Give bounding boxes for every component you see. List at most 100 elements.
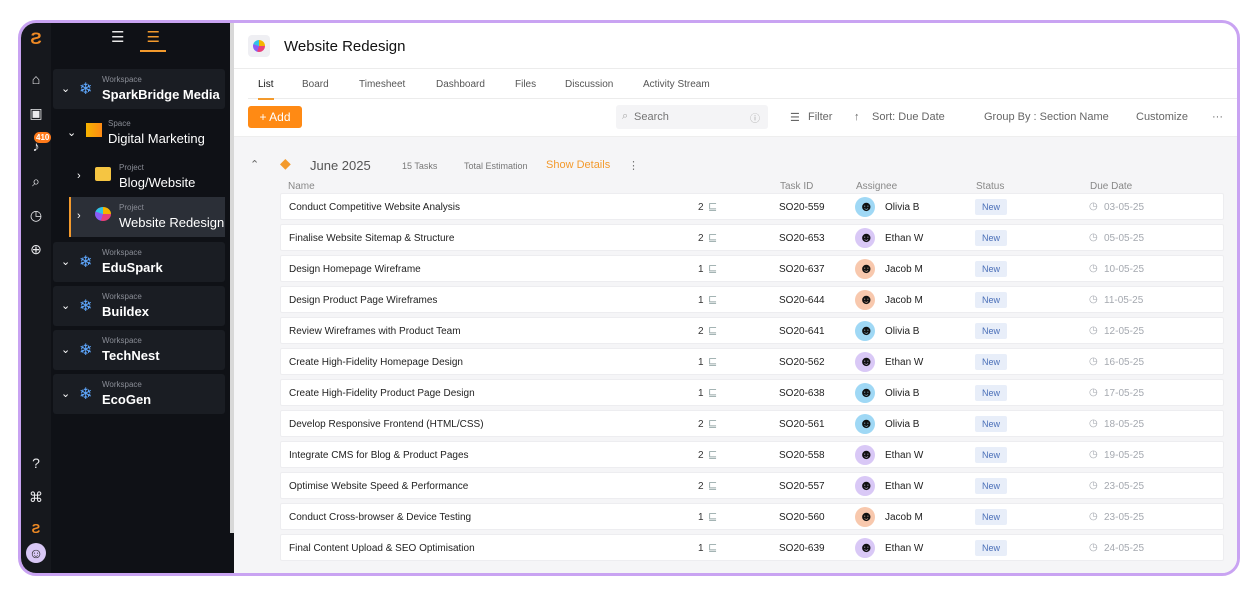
project-blog-website[interactable]: › Project Blog/Website [69,157,225,197]
command-icon[interactable]: ⌘ [26,487,46,507]
filter-button[interactable]: Filter [808,111,832,123]
add-circle-icon[interactable]: ⊕ [26,239,46,259]
subtask-icon[interactable]: ⊑ [708,231,717,244]
workspace-eduspark[interactable]: ⌄ ❄ Workspace EduSpark [53,242,225,282]
group-by-button[interactable]: Group By : Section Name [984,111,1109,123]
subtask-icon[interactable]: ⊑ [708,293,717,306]
due-date[interactable]: 03-05-25 [1104,202,1144,213]
subtask-icon[interactable]: ⊑ [708,510,717,523]
subtask-icon[interactable]: ⊑ [708,262,717,275]
task-name[interactable]: Design Homepage Wireframe [289,264,421,275]
chevron-down-icon[interactable]: ⌄ [61,387,70,400]
avatar[interactable]: ☻ [855,383,875,403]
avatar[interactable]: ☻ [855,352,875,372]
workspace-technest[interactable]: ⌄ ❄ Workspace TechNest [53,330,225,370]
tab-discussion[interactable]: Discussion [565,79,613,90]
due-date[interactable]: 05-05-25 [1104,233,1144,244]
show-details-link[interactable]: Show Details [546,159,610,171]
home-icon[interactable]: ⌂ [26,69,46,89]
table-row[interactable]: Conduct Competitive Website Analysis 2 ⊑ SO… [280,193,1224,220]
status-badge[interactable]: New [975,385,1007,401]
task-name[interactable]: Review Wireframes with Product Team [289,326,461,337]
search-input[interactable] [634,109,744,125]
avatar[interactable]: ☻ [855,538,875,558]
user-avatar-icon[interactable]: ☺ [26,543,46,563]
search-icon[interactable]: ⌕ [26,171,46,191]
task-name[interactable]: Conduct Cross-browser & Device Testing [289,512,471,523]
chevron-down-icon[interactable]: ⌄ [61,343,70,356]
table-row[interactable]: Develop Responsive Frontend (HTML/CSS) 2 ⊑… [280,410,1224,437]
sort-icon[interactable]: ↑ [854,111,860,123]
avatar[interactable]: ☻ [855,290,875,310]
chevron-down-icon[interactable]: ⌄ [61,255,70,268]
chevron-up-icon[interactable]: ⌃ [250,158,259,171]
due-date[interactable]: 18-05-25 [1104,419,1144,430]
status-badge[interactable]: New [975,416,1007,432]
due-date[interactable]: 23-05-25 [1104,512,1144,523]
task-name[interactable]: Conduct Competitive Website Analysis [289,202,460,213]
status-badge[interactable]: New [975,478,1007,494]
task-name[interactable]: Develop Responsive Frontend (HTML/CSS) [289,419,484,430]
task-name[interactable]: Optimise Website Speed & Performance [289,481,468,492]
timer-icon[interactable]: ◷ [26,205,46,225]
subtask-icon[interactable]: ⊑ [708,479,717,492]
avatar[interactable]: ☻ [855,259,875,279]
info-icon[interactable]: ⓘ [750,110,760,125]
table-row[interactable]: Create High-Fidelity Product Page Design… [280,379,1224,406]
customize-button[interactable]: Customize [1136,111,1188,123]
status-badge[interactable]: New [975,509,1007,525]
tree-icon[interactable]: ☰ [140,29,166,52]
chevron-right-icon[interactable]: › [77,170,81,182]
due-date[interactable]: 23-05-25 [1104,481,1144,492]
due-date[interactable]: 17-05-25 [1104,388,1144,399]
task-name[interactable]: Create High-Fidelity Homepage Design [289,357,463,368]
subtask-icon[interactable]: ⊑ [708,355,717,368]
status-badge[interactable]: New [975,540,1007,556]
chevron-down-icon[interactable]: ⌄ [61,82,70,95]
subtask-icon[interactable]: ⊑ [708,448,717,461]
table-row[interactable]: Review Wireframes with Product Team 2 ⊑ SO2… [280,317,1224,344]
status-badge[interactable]: New [975,447,1007,463]
task-name[interactable]: Final Content Upload & SEO Optimisation [289,543,475,554]
list-icon[interactable]: ☰ [111,29,124,46]
subtask-icon[interactable]: ⊑ [708,324,717,337]
table-row[interactable]: Design Product Page Wireframes 1 ⊑ SO20-644… [280,286,1224,313]
status-badge[interactable]: New [975,261,1007,277]
avatar[interactable]: ☻ [855,507,875,527]
status-badge[interactable]: New [975,292,1007,308]
workspace-ecogen[interactable]: ⌄ ❄ Workspace EcoGen [53,374,225,414]
tab-files[interactable]: Files [515,79,536,90]
status-badge[interactable]: New [975,354,1007,370]
due-date[interactable]: 11-05-25 [1104,295,1143,306]
subtask-icon[interactable]: ⊑ [708,541,717,554]
chevron-right-icon[interactable]: › [77,210,81,222]
subtask-icon[interactable]: ⊑ [708,386,717,399]
due-date[interactable]: 16-05-25 [1104,357,1144,368]
due-date[interactable]: 10-05-25 [1104,264,1144,275]
space-digital-marketing[interactable]: ⌄ Space Digital Marketing [59,113,225,153]
status-badge[interactable]: New [975,199,1007,215]
task-name[interactable]: Finalise Website Sitemap & Structure [289,233,454,244]
due-date[interactable]: 12-05-25 [1104,326,1144,337]
workspace-sparkbridge[interactable]: ⌄ ❄ Workspace SparkBridge Media [53,69,225,109]
help-icon[interactable]: ? [26,453,46,473]
task-name[interactable]: Design Product Page Wireframes [289,295,437,306]
avatar[interactable]: ☻ [855,445,875,465]
table-row[interactable]: Optimise Website Speed & Performance 2 ⊑ SO… [280,472,1224,499]
table-row[interactable]: Design Homepage Wireframe 1 ⊑ SO20-637 ☻ Jaco… [280,255,1224,282]
due-date[interactable]: 19-05-25 [1104,450,1144,461]
workspace-buildex[interactable]: ⌄ ❄ Workspace Buildex [53,286,225,326]
tab-board[interactable]: Board [302,79,329,90]
avatar[interactable]: ☻ [855,228,875,248]
table-row[interactable]: Conduct Cross-browser & Device Testing 1 ⊑… [280,503,1224,530]
avatar[interactable]: ☻ [855,414,875,434]
filter-icon[interactable]: ☰ [790,111,800,124]
tab-activity-stream[interactable]: Activity Stream [643,79,710,90]
app-logo-icon[interactable]: Ƨ [26,29,46,49]
chevron-down-icon[interactable]: ⌄ [61,299,70,312]
avatar[interactable]: ☻ [855,197,875,217]
sort-button[interactable]: Sort: Due Date [872,111,945,123]
chevron-down-icon[interactable]: ⌄ [67,126,76,139]
avatar[interactable]: ☻ [855,321,875,341]
task-name[interactable]: Integrate CMS for Blog & Product Pages [289,450,469,461]
